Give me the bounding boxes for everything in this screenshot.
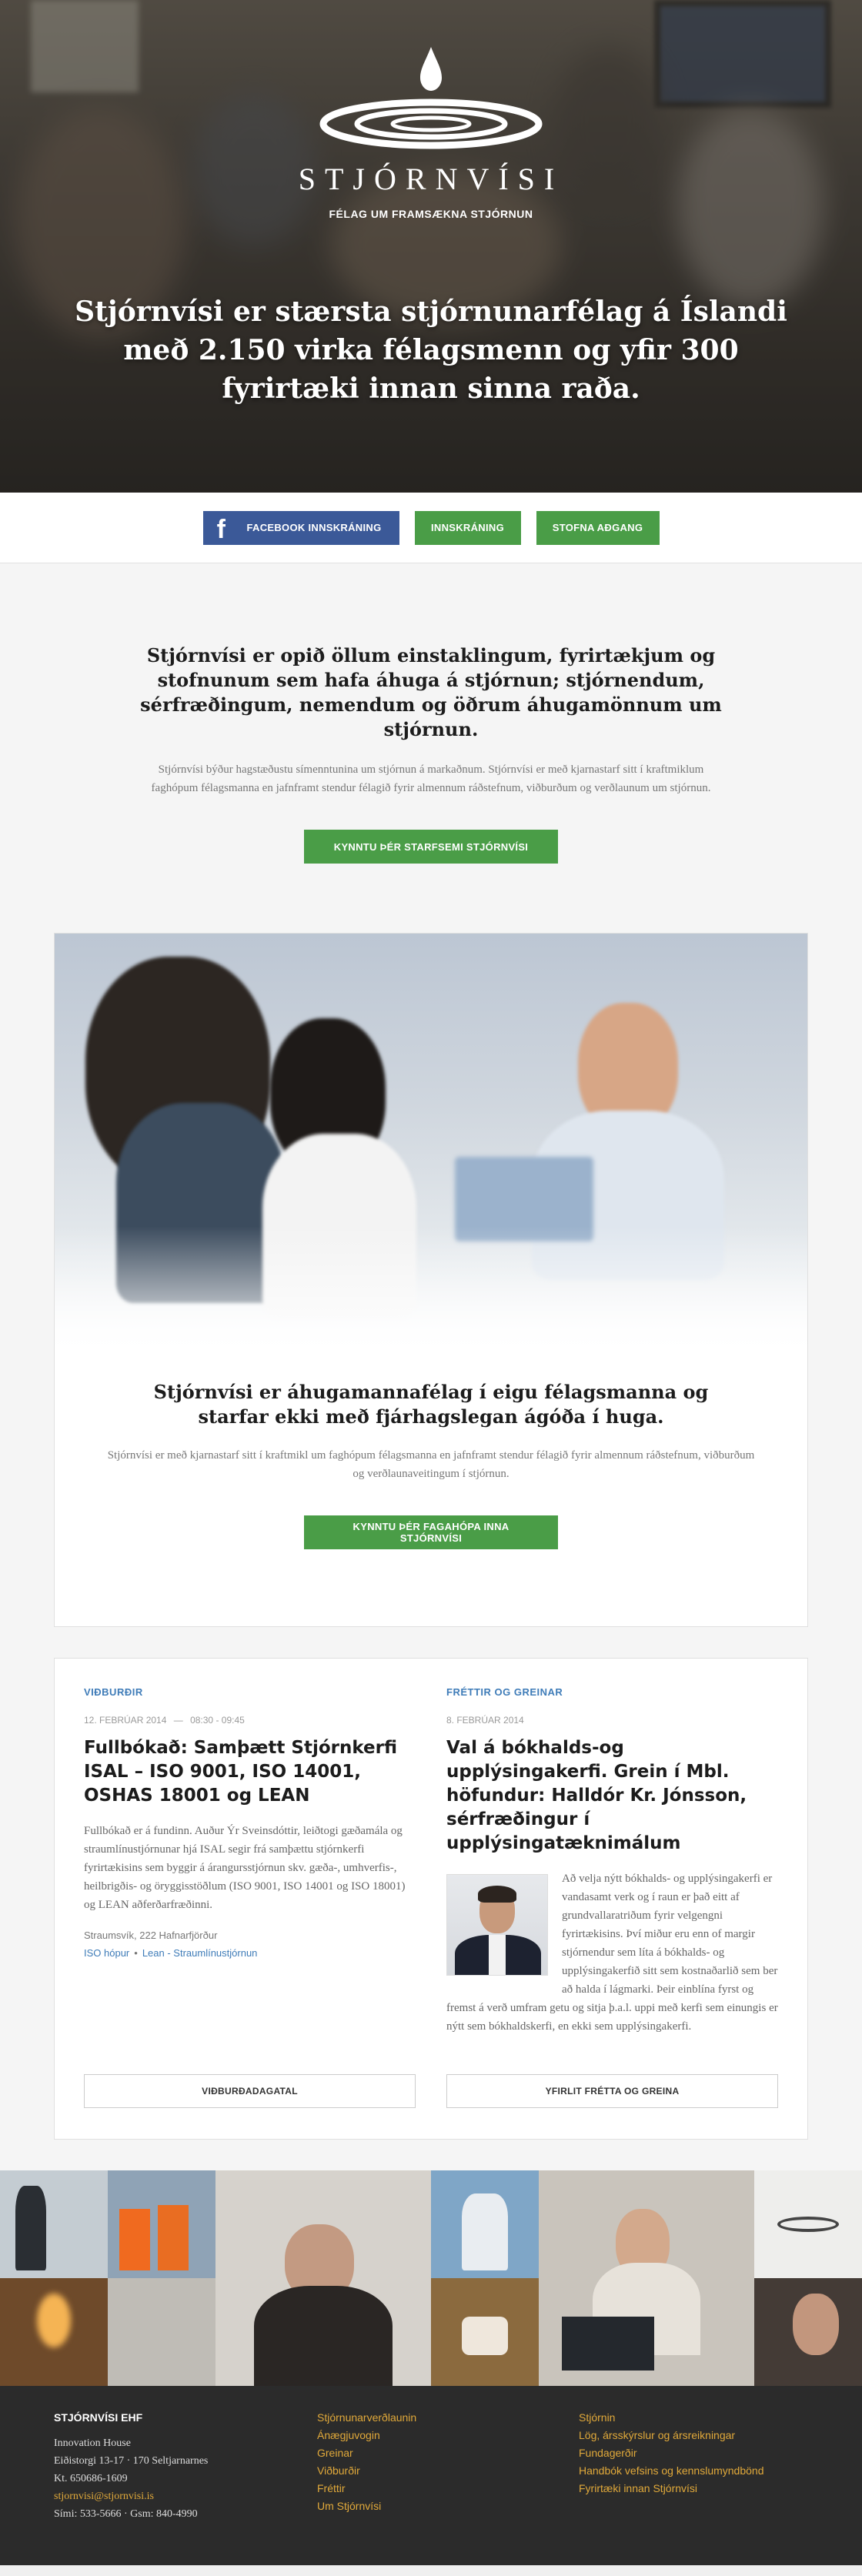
footer-links-2: Stjórnin Lög, ársskýrslur og ársreikning…	[579, 2409, 764, 2565]
footer-company-title: STJÓRNVÍSI EHF	[54, 2411, 143, 2424]
footer-link[interactable]: Lög, ársskýrslur og ársreikningar	[579, 2429, 735, 2441]
footer-address-line: Kt. 650686-1609	[54, 2473, 128, 2484]
news-button-row: VIÐBURÐADAGATAL YFIRLIT FRÉTTA OG GREINA	[84, 2074, 778, 2108]
mosaic-photo-person	[15, 2186, 46, 2270]
about-cta-button[interactable]: KYNNTU ÞÉR STARFSEMI STJÓRNVÍSI	[304, 830, 558, 864]
logo-tagline: FÉLAG UM FRAMSÆKNA STJÓRNUN	[329, 208, 533, 220]
events-column: VIÐBURÐIR 12. FEBRÚAR 2014 — 08:30 - 09:…	[84, 1686, 416, 2036]
event-title[interactable]: Fullbókað: Samþætt Stjórnkerfi ISAL – IS…	[84, 1736, 416, 1808]
footer-link[interactable]: Fundagerðir	[579, 2447, 637, 2459]
footer-link[interactable]: Stjórnunarverðlaunin	[317, 2411, 416, 2424]
author-shirt	[489, 1935, 506, 1975]
intro-body: Stjórnvísi býður hagstæðustu símenntunin…	[151, 763, 711, 794]
event-time: 08:30 - 09:45	[190, 1715, 245, 1726]
feature-heading: Stjórnvísi er áhugamannafélag í eigu fél…	[153, 1381, 709, 1428]
facebook-icon: f	[216, 514, 226, 544]
photo-fade	[55, 1226, 807, 1357]
footer-link[interactable]: Um Stjórnvísi	[317, 2500, 381, 2512]
mosaic-worker-vest	[119, 2209, 150, 2270]
events-calendar-button[interactable]: VIÐBURÐADAGATAL	[84, 2074, 416, 2108]
footer-links-1: Stjórnunarverðlaunin Ánægjuvogin Greinar…	[317, 2409, 579, 2565]
signup-button[interactable]: STOFNA AÐGANG	[536, 510, 660, 545]
site-footer: STJÓRNVÍSI EHF Innovation House Eiðistor…	[0, 2386, 862, 2565]
photo-mosaic	[0, 2170, 862, 2386]
tag-separator: •	[134, 1947, 138, 1959]
articles-column: FRÉTTIR OG GREINAR 8. FEBRÚAR 2014 Val á…	[446, 1686, 778, 2036]
news-wrap: VIÐBURÐIR 12. FEBRÚAR 2014 — 08:30 - 09:…	[0, 1627, 862, 2170]
feature-photo	[55, 934, 807, 1357]
footer-address-line: Eiðistorgi 13-17 · 170 Seltjarnarnes	[54, 2455, 209, 2467]
footer-link[interactable]: Ánægjuvogin	[317, 2429, 380, 2441]
mosaic-speaker-body	[254, 2286, 393, 2386]
article-title[interactable]: Val á bókhalds-og upplýsingakerfi. Grein…	[446, 1736, 778, 1856]
mosaic-worker-vest	[158, 2205, 189, 2270]
tag-link[interactable]: ISO hópur	[84, 1947, 129, 1959]
event-body: Fullbókað er á fundinn. Auður Ýr Sveinsd…	[84, 1825, 406, 1911]
footer-phone: Sími: 533-5666 · Gsm: 840-4990	[54, 2508, 198, 2520]
articles-kicker[interactable]: FRÉTTIR OG GREINAR	[446, 1686, 778, 1698]
footer-link[interactable]: Fréttir	[317, 2482, 346, 2494]
water-drop-ripple-icon	[319, 47, 543, 149]
logo-wordmark: STJÓRNVÍSI	[298, 162, 564, 196]
site-logo[interactable]: STJÓRNVÍSI FÉLAG UM FRAMSÆKNA STJÓRNUN	[0, 42, 862, 220]
facebook-login-label: FACEBOOK INNSKRÁNING	[246, 522, 382, 533]
event-date: 12. FEBRÚAR 2014	[84, 1715, 167, 1726]
footer-link[interactable]: Greinar	[317, 2447, 353, 2459]
tag-link[interactable]: Lean - Straumlínustjórnun	[142, 1947, 258, 1959]
article-body: Að velja nýtt bókhalds- og upplýsingaker…	[446, 1869, 778, 2036]
feature-text: Stjórnvísi er áhugamannafélag í eigu fél…	[55, 1357, 807, 1626]
mosaic-woman-face	[793, 2294, 839, 2355]
events-kicker[interactable]: VIÐBURÐIR	[84, 1686, 416, 1698]
feature-card: Stjórnvísi er áhugamannafélag í eigu fél…	[54, 933, 808, 1627]
glasses-icon	[777, 2217, 839, 2232]
meta-separator: —	[173, 1715, 183, 1726]
mosaic-cup	[462, 2317, 508, 2355]
login-button[interactable]: INNSKRÁNING	[414, 510, 521, 545]
mosaic-laptop	[562, 2317, 654, 2371]
footer-email-link[interactable]: stjornvisi@stjornvisi.is	[54, 2491, 154, 2502]
mosaic-photo-notebook	[108, 2278, 216, 2386]
mosaic-bulb-glow	[37, 2294, 71, 2347]
feature-body: Stjórnvísi er með kjarnastarf sitt í kra…	[107, 1449, 755, 1480]
intro-section: Stjórnvísi er opið öllum einstaklingum, …	[0, 563, 862, 933]
event-tags: ISO hópur • Lean - Straumlínustjórnun	[84, 1947, 416, 1959]
footer-company: STJÓRNVÍSI EHF Innovation House Eiðistor…	[54, 2409, 317, 2565]
event-location: Straumsvík, 222 Hafnarfjörður	[84, 1929, 218, 1941]
article-date: 8. FEBRÚAR 2014	[446, 1715, 524, 1726]
intro-heading: Stjórnvísi er opið öllum einstaklingum, …	[140, 644, 722, 740]
facebook-login-button[interactable]: f FACEBOOK INNSKRÁNING	[202, 510, 399, 545]
event-meta: 12. FEBRÚAR 2014 — 08:30 - 09:45	[84, 1715, 416, 1726]
feature-wrap: Stjórnvísi er áhugamannafélag í eigu fél…	[0, 933, 862, 1627]
articles-overview-button[interactable]: YFIRLIT FRÉTTA OG GREINA	[446, 2074, 778, 2108]
groups-cta-button[interactable]: KYNNTU ÞÉR FAGAHÓPA INNA STJÓRNVÍSI	[304, 1515, 558, 1549]
author-photo	[446, 1874, 548, 1976]
footer-link[interactable]: Viðburðir	[317, 2464, 360, 2477]
footer-link[interactable]: Handbók vefsins og kennslumyndbönd	[579, 2464, 764, 2477]
mosaic-lab-coat	[462, 2193, 508, 2270]
footer-link[interactable]: Fyrirtæki innan Stjórnvísi	[579, 2482, 697, 2494]
hero-banner: STJÓRNVÍSI FÉLAG UM FRAMSÆKNA STJÓRNUN S…	[0, 0, 862, 493]
hero-headline: Stjórnvísi er stærsta stjórnunarfélag á …	[75, 296, 787, 405]
login-bar: f FACEBOOK INNSKRÁNING INNSKRÁNING STOFN…	[0, 493, 862, 563]
footer-link[interactable]: Stjórnin	[579, 2411, 615, 2424]
author-hair	[478, 1886, 516, 1903]
news-panel: VIÐBURÐIR 12. FEBRÚAR 2014 — 08:30 - 09:…	[54, 1658, 808, 2140]
footer-address-line: Innovation House	[54, 2437, 131, 2449]
